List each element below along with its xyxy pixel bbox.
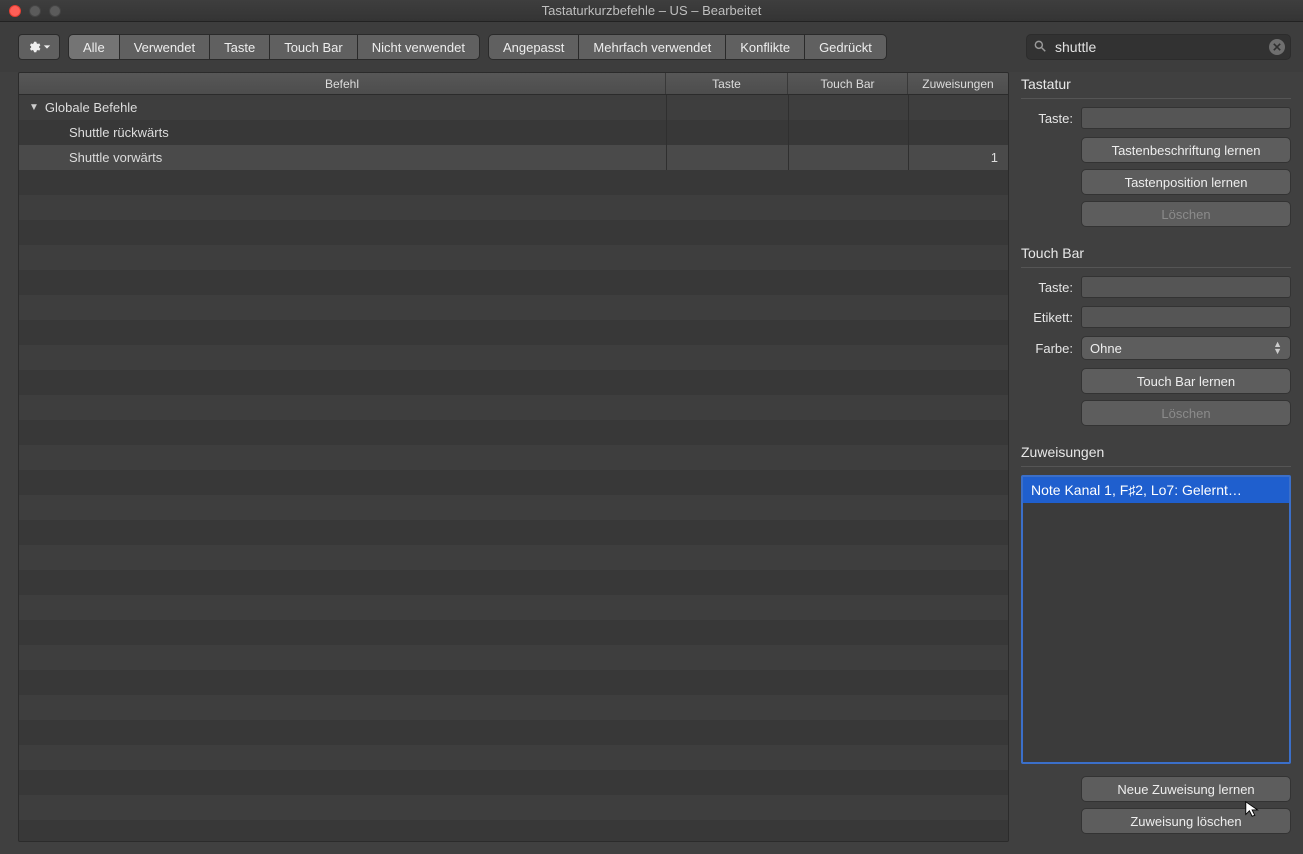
filter-angepasst[interactable]: Angepasst: [488, 34, 579, 60]
cmd-label: Shuttle rückwärts: [69, 125, 169, 140]
assignment-item[interactable]: Note Kanal 1, F♯2, Lo7: Gelernt…: [1023, 477, 1289, 503]
filter-group-1: Alle Verwendet Taste Touch Bar Nicht ver…: [68, 34, 480, 60]
cmd-label: Shuttle vorwärts: [69, 150, 162, 165]
filter-touch-bar[interactable]: Touch Bar: [270, 34, 358, 60]
filter-verwendet[interactable]: Verwendet: [120, 34, 210, 60]
filter-konflikte[interactable]: Konflikte: [726, 34, 805, 60]
gear-icon: [27, 40, 41, 54]
search-field-wrap: [1026, 34, 1291, 60]
table-body[interactable]: ▼ Globale Befehle Shuttle rückwärts Shut…: [19, 95, 1008, 841]
search-icon: [1033, 39, 1047, 53]
learn-touchbar-button[interactable]: Touch Bar lernen: [1081, 368, 1291, 394]
close-window-button[interactable]: [9, 5, 21, 17]
window-controls: [0, 5, 61, 17]
touchbar-section: Touch Bar Taste: Etikett: Farbe: Ohne ▲▼…: [1021, 241, 1291, 426]
touchbar-color-select[interactable]: Ohne ▲▼: [1081, 336, 1291, 360]
table-row[interactable]: Shuttle vorwärts 1: [19, 145, 1008, 170]
delete-keyboard-button[interactable]: Löschen: [1081, 201, 1291, 227]
col-header-zuweisungen[interactable]: Zuweisungen: [908, 73, 1008, 94]
minimize-window-button[interactable]: [29, 5, 41, 17]
tb-etikett-field-label: Etikett:: [1021, 310, 1073, 325]
group-label: Globale Befehle: [45, 100, 138, 115]
learn-key-position-button[interactable]: Tastenposition lernen: [1081, 169, 1291, 195]
table-group-row[interactable]: ▼ Globale Befehle: [19, 95, 1008, 120]
clear-search-button[interactable]: [1269, 39, 1285, 55]
filter-gedrueckt[interactable]: Gedrückt: [805, 34, 887, 60]
assignments-section-title: Zuweisungen: [1021, 440, 1291, 467]
filter-group-2: Angepasst Mehrfach verwendet Konflikte G…: [488, 34, 887, 60]
table-header: Befehl Taste Touch Bar Zuweisungen: [19, 73, 1008, 95]
zoom-window-button[interactable]: [49, 5, 61, 17]
keyboard-section: Tastatur Taste: Tastenbeschriftung lerne…: [1021, 72, 1291, 227]
key-field-label: Taste:: [1021, 111, 1073, 126]
col-header-touch-bar[interactable]: Touch Bar: [788, 73, 908, 94]
filter-taste[interactable]: Taste: [210, 34, 270, 60]
x-icon: [1273, 43, 1281, 51]
chevron-down-icon: [43, 43, 51, 51]
tb-farbe-field-label: Farbe:: [1021, 341, 1073, 356]
assignments-list[interactable]: Note Kanal 1, F♯2, Lo7: Gelernt…: [1021, 475, 1291, 764]
learn-new-assignment-button[interactable]: Neue Zuweisung lernen: [1081, 776, 1291, 802]
col-header-befehl[interactable]: Befehl: [19, 73, 666, 94]
titlebar: Tastaturkurzbefehle – US – Bearbeitet: [0, 0, 1303, 22]
delete-assignment-button[interactable]: Zuweisung löschen: [1081, 808, 1291, 834]
table-row[interactable]: Shuttle rückwärts: [19, 120, 1008, 145]
col-header-taste[interactable]: Taste: [666, 73, 788, 94]
stepper-icon: ▲▼: [1273, 341, 1282, 355]
color-select-value: Ohne: [1090, 341, 1122, 356]
commands-table: Befehl Taste Touch Bar Zuweisungen ▼ Glo…: [18, 72, 1009, 842]
toolbar: Alle Verwendet Taste Touch Bar Nicht ver…: [0, 22, 1303, 72]
tb-key-field-label: Taste:: [1021, 280, 1073, 295]
disclosure-triangle-icon[interactable]: ▼: [29, 102, 39, 113]
inspector-panel: Tastatur Taste: Tastenbeschriftung lerne…: [1021, 72, 1291, 842]
actions-menu-button[interactable]: [18, 34, 60, 60]
learn-key-label-button[interactable]: Tastenbeschriftung lernen: [1081, 137, 1291, 163]
touchbar-etikett-input[interactable]: [1081, 306, 1291, 328]
delete-touchbar-button[interactable]: Löschen: [1081, 400, 1291, 426]
filter-alle[interactable]: Alle: [68, 34, 120, 60]
touchbar-section-title: Touch Bar: [1021, 241, 1291, 268]
keyboard-section-title: Tastatur: [1021, 72, 1291, 99]
filter-nicht-verwendet[interactable]: Nicht verwendet: [358, 34, 480, 60]
search-input[interactable]: [1026, 34, 1291, 60]
assignment-count: 1: [908, 145, 1008, 170]
keyboard-key-input[interactable]: [1081, 107, 1291, 129]
filter-mehrfach-verwendet[interactable]: Mehrfach verwendet: [579, 34, 726, 60]
assignments-section: Zuweisungen Note Kanal 1, F♯2, Lo7: Gele…: [1021, 440, 1291, 834]
window-title: Tastaturkurzbefehle – US – Bearbeitet: [0, 3, 1303, 18]
touchbar-key-input[interactable]: [1081, 276, 1291, 298]
